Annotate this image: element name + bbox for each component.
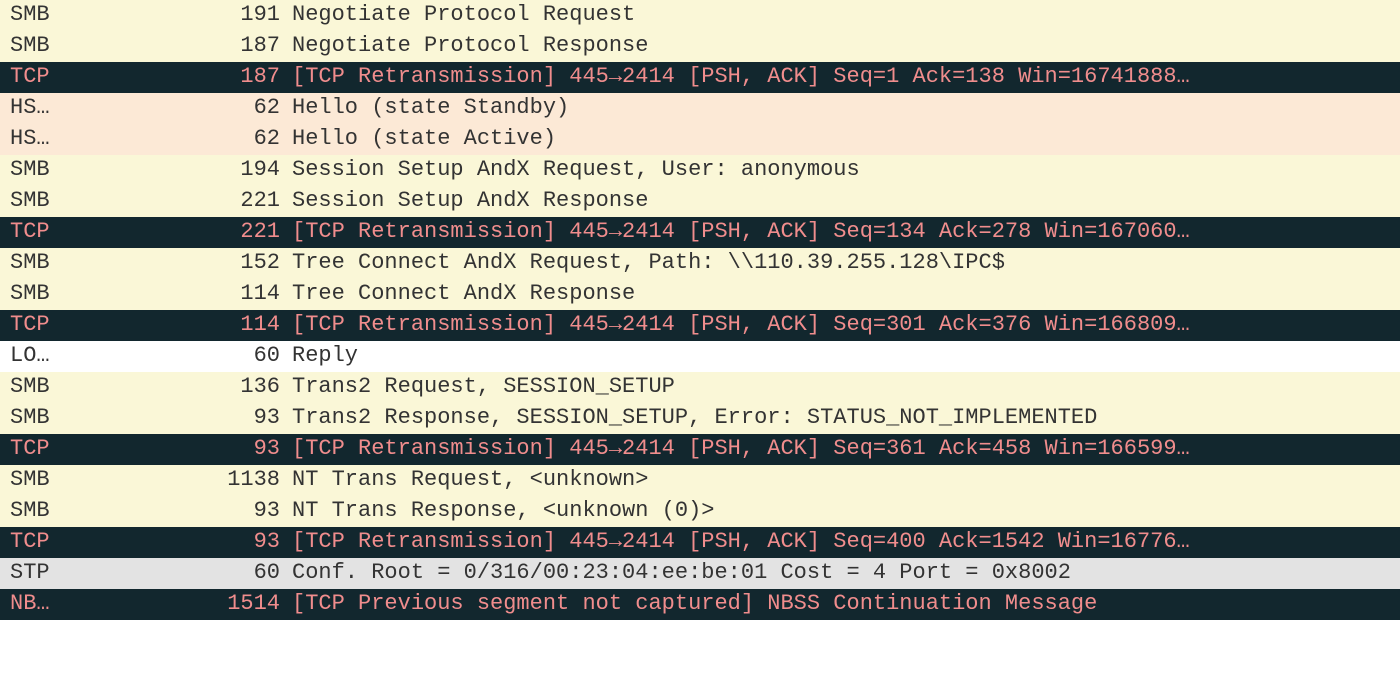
length-cell: 62 <box>70 124 292 155</box>
protocol-cell: NB… <box>0 589 70 620</box>
length-cell: 187 <box>70 62 292 93</box>
length-cell: 93 <box>70 403 292 434</box>
packet-row[interactable]: SMB194Session Setup AndX Request, User: … <box>0 155 1400 186</box>
protocol-cell: TCP <box>0 217 70 248</box>
packet-row[interactable]: LO…60Reply <box>0 341 1400 372</box>
protocol-cell: HS… <box>0 93 70 124</box>
protocol-cell: SMB <box>0 279 70 310</box>
packet-row[interactable]: SMB187Negotiate Protocol Response <box>0 31 1400 62</box>
packet-row[interactable]: SMB191Negotiate Protocol Request <box>0 0 1400 31</box>
packet-row[interactable]: TCP93[TCP Retransmission] 445→2414 [PSH,… <box>0 434 1400 465</box>
packet-row[interactable]: STP60Conf. Root = 0/316/00:23:04:ee:be:0… <box>0 558 1400 589</box>
packet-row[interactable]: SMB93NT Trans Response, <unknown (0)> <box>0 496 1400 527</box>
info-cell: [TCP Retransmission] 445→2414 [PSH, ACK]… <box>292 310 1400 341</box>
info-cell: Tree Connect AndX Response <box>292 279 1400 310</box>
length-cell: 1138 <box>70 465 292 496</box>
protocol-cell: TCP <box>0 310 70 341</box>
packet-row[interactable]: HS…62Hello (state Standby) <box>0 93 1400 124</box>
length-cell: 62 <box>70 93 292 124</box>
length-cell: 1514 <box>70 589 292 620</box>
info-cell: Negotiate Protocol Response <box>292 31 1400 62</box>
length-cell: 93 <box>70 527 292 558</box>
protocol-cell: STP <box>0 558 70 589</box>
length-cell: 221 <box>70 186 292 217</box>
info-cell: [TCP Previous segment not captured] NBSS… <box>292 589 1400 620</box>
protocol-cell: SMB <box>0 248 70 279</box>
length-cell: 93 <box>70 434 292 465</box>
packet-row[interactable]: SMB152Tree Connect AndX Request, Path: \… <box>0 248 1400 279</box>
info-cell: [TCP Retransmission] 445→2414 [PSH, ACK]… <box>292 62 1400 93</box>
protocol-cell: TCP <box>0 434 70 465</box>
info-cell: Trans2 Request, SESSION_SETUP <box>292 372 1400 403</box>
length-cell: 187 <box>70 31 292 62</box>
packet-row[interactable]: SMB93Trans2 Response, SESSION_SETUP, Err… <box>0 403 1400 434</box>
info-cell: Session Setup AndX Request, User: anonym… <box>292 155 1400 186</box>
info-cell: [TCP Retransmission] 445→2414 [PSH, ACK]… <box>292 527 1400 558</box>
info-cell: Tree Connect AndX Request, Path: \\110.3… <box>292 248 1400 279</box>
length-cell: 60 <box>70 558 292 589</box>
info-cell: Reply <box>292 341 1400 372</box>
info-cell: Negotiate Protocol Request <box>292 0 1400 31</box>
protocol-cell: LO… <box>0 341 70 372</box>
packet-row[interactable]: NB…1514[TCP Previous segment not capture… <box>0 589 1400 620</box>
packet-row[interactable]: HS…62Hello (state Active) <box>0 124 1400 155</box>
info-cell: Conf. Root = 0/316/00:23:04:ee:be:01 Cos… <box>292 558 1400 589</box>
length-cell: 60 <box>70 341 292 372</box>
protocol-cell: SMB <box>0 186 70 217</box>
info-cell: Trans2 Response, SESSION_SETUP, Error: S… <box>292 403 1400 434</box>
packet-list: SMB191Negotiate Protocol RequestSMB187Ne… <box>0 0 1400 620</box>
protocol-cell: SMB <box>0 465 70 496</box>
length-cell: 114 <box>70 310 292 341</box>
packet-row[interactable]: TCP187[TCP Retransmission] 445→2414 [PSH… <box>0 62 1400 93</box>
length-cell: 191 <box>70 0 292 31</box>
length-cell: 152 <box>70 248 292 279</box>
protocol-cell: SMB <box>0 155 70 186</box>
protocol-cell: TCP <box>0 62 70 93</box>
info-cell: [TCP Retransmission] 445→2414 [PSH, ACK]… <box>292 217 1400 248</box>
info-cell: Hello (state Active) <box>292 124 1400 155</box>
info-cell: NT Trans Response, <unknown (0)> <box>292 496 1400 527</box>
length-cell: 221 <box>70 217 292 248</box>
protocol-cell: SMB <box>0 0 70 31</box>
packet-row[interactable]: SMB114Tree Connect AndX Response <box>0 279 1400 310</box>
packet-row[interactable]: TCP93[TCP Retransmission] 445→2414 [PSH,… <box>0 527 1400 558</box>
protocol-cell: SMB <box>0 496 70 527</box>
length-cell: 93 <box>70 496 292 527</box>
info-cell: Hello (state Standby) <box>292 93 1400 124</box>
packet-row[interactable]: TCP221[TCP Retransmission] 445→2414 [PSH… <box>0 217 1400 248</box>
protocol-cell: SMB <box>0 31 70 62</box>
info-cell: Session Setup AndX Response <box>292 186 1400 217</box>
packet-row[interactable]: SMB1138NT Trans Request, <unknown> <box>0 465 1400 496</box>
packet-row[interactable]: SMB221Session Setup AndX Response <box>0 186 1400 217</box>
length-cell: 194 <box>70 155 292 186</box>
packet-row[interactable]: TCP114[TCP Retransmission] 445→2414 [PSH… <box>0 310 1400 341</box>
packet-row[interactable]: SMB136Trans2 Request, SESSION_SETUP <box>0 372 1400 403</box>
protocol-cell: HS… <box>0 124 70 155</box>
protocol-cell: SMB <box>0 372 70 403</box>
protocol-cell: SMB <box>0 403 70 434</box>
info-cell: [TCP Retransmission] 445→2414 [PSH, ACK]… <box>292 434 1400 465</box>
length-cell: 136 <box>70 372 292 403</box>
length-cell: 114 <box>70 279 292 310</box>
protocol-cell: TCP <box>0 527 70 558</box>
info-cell: NT Trans Request, <unknown> <box>292 465 1400 496</box>
